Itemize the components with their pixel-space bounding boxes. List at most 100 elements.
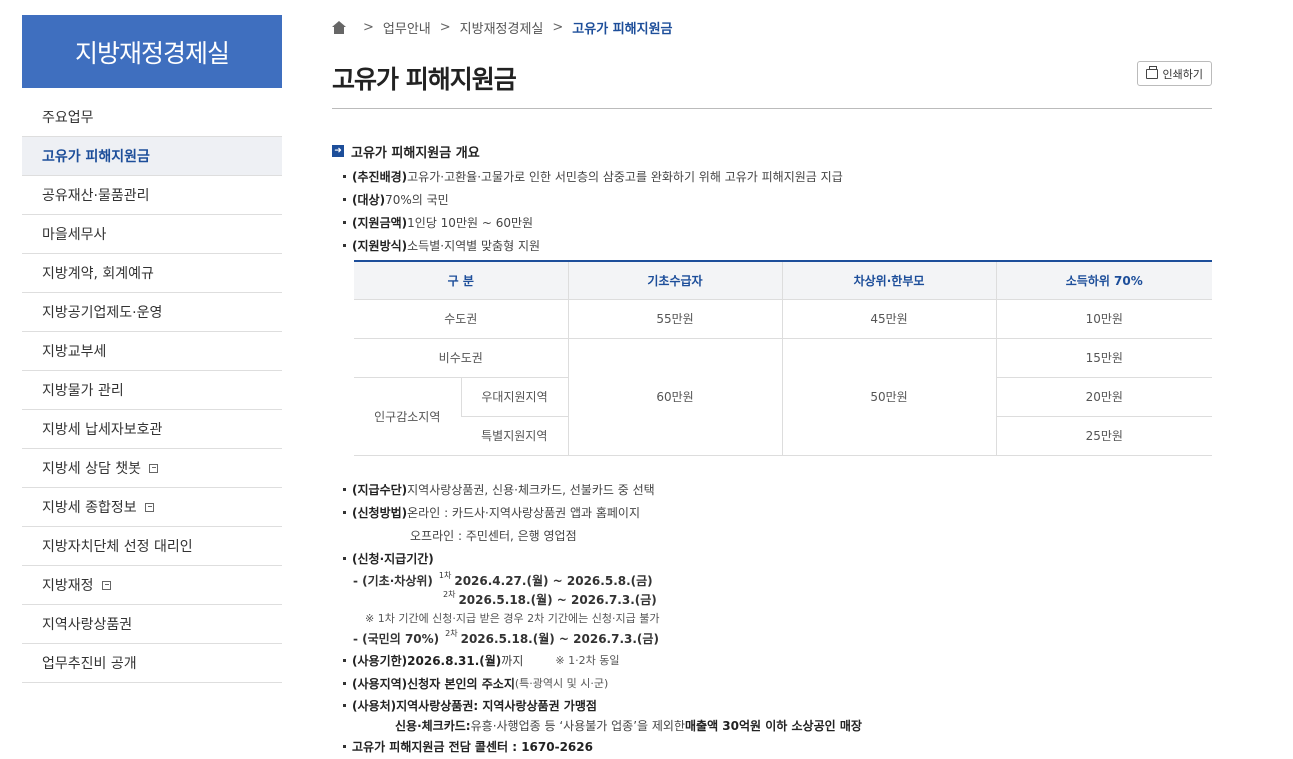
bullet-icon bbox=[343, 556, 346, 560]
list-item: (신청방법) 온라인 : 카드사·지역사랑상품권 앱과 홈페이지 bbox=[343, 501, 1212, 524]
list-item: (지원방식) 소득별·지역별 맞춤형 지원 bbox=[343, 234, 1212, 257]
sidebar-item-label: 지방계약, 회계예규 bbox=[42, 266, 154, 282]
item-label: (지원방식) bbox=[352, 239, 408, 253]
sidebar-item-label: 업무추진비 공개 bbox=[42, 656, 137, 672]
overview-list: (추진배경) 고유가·고환율·고물가로 인한 서민층의 삼중고를 완화하기 위해… bbox=[332, 165, 1212, 257]
table-cell: 수도권 bbox=[354, 299, 568, 339]
item-text: 지역사랑상품권, 신용·체크카드, 선불카드 중 선택 bbox=[407, 482, 655, 497]
breadcrumb: > 업무안내 > 지방재정경제실 > 고유가 피해지원금 bbox=[332, 15, 1212, 39]
list-item: (지원금액) 1인당 10만원 ~ 60만원 bbox=[343, 211, 1212, 234]
list-item: (지급수단) 지역사랑상품권, 신용·체크카드, 선불카드 중 선택 bbox=[343, 478, 1212, 501]
sidebar-item-local-finance[interactable]: 지방재정 bbox=[22, 566, 282, 605]
sidebar-item-tax-info[interactable]: 지방세 종합정보 bbox=[22, 488, 282, 527]
table-header: 구 분 bbox=[354, 261, 568, 300]
item-text: 매출액 30억원 이하 소상공인 매장 bbox=[685, 718, 862, 733]
table-header: 소득하위 70% bbox=[995, 261, 1212, 300]
item-label: (신청·지급기간) bbox=[352, 551, 434, 566]
table-cell: 50만원 bbox=[781, 338, 996, 456]
sidebar-item-local-gift-voucher[interactable]: 지역사랑상품권 bbox=[22, 605, 282, 644]
bullet-icon bbox=[343, 244, 346, 247]
breadcrumb-item-current: 고유가 피해지원금 bbox=[572, 21, 673, 37]
table-header: 차상위·한부모 bbox=[781, 261, 996, 300]
item-note: ※ 1·2차 동일 bbox=[555, 654, 620, 667]
sidebar-item-local-contracts[interactable]: 지방계약, 회계예규 bbox=[22, 254, 282, 293]
sidebar-title: 지방재정경제실 bbox=[22, 15, 282, 88]
sidebar-item-designated-agent[interactable]: 지방자치단체 선정 대리인 bbox=[22, 527, 282, 566]
home-icon[interactable] bbox=[332, 20, 346, 34]
sidebar-item-public-property[interactable]: 공유재산·물품관리 bbox=[22, 176, 282, 215]
round-marker: 2차 bbox=[445, 628, 458, 638]
item-text: 고유가·고환율·고물가로 인한 서민층의 삼중고를 완화하기 위해 고유가 피해… bbox=[407, 170, 843, 184]
period-item: - (기초·차상위) 1차 2026.4.27.(월) ~ 2026.5.8.(… bbox=[343, 570, 1212, 591]
item-text: 소득별·지역별 맞춤형 지원 bbox=[407, 239, 541, 253]
arrow-right-icon: ➜ bbox=[332, 145, 344, 157]
period-date: 2026.4.27.(월) ~ 2026.5.8.(금) bbox=[454, 573, 653, 588]
list-item: (사용기한) 2026.8.31.(월) 까지 ※ 1·2차 동일 bbox=[343, 649, 1212, 672]
printer-icon bbox=[1145, 65, 1158, 79]
item-label: (지원금액) bbox=[352, 216, 408, 230]
details-list: (지급수단) 지역사랑상품권, 신용·체크카드, 선불카드 중 선택 (신청방법… bbox=[332, 478, 1212, 758]
sidebar-item-local-grant-tax[interactable]: 지방교부세 bbox=[22, 332, 282, 371]
sidebar-item-local-prices[interactable]: 지방물가 관리 bbox=[22, 371, 282, 410]
sidebar-item-label: 지방자치단체 선정 대리인 bbox=[42, 539, 193, 555]
sidebar-item-label: 지방세 종합정보 bbox=[42, 500, 137, 516]
bullet-icon bbox=[343, 487, 346, 491]
sidebar-menu: 주요업무 고유가 피해지원금 공유재산·물품관리 마을세무사 지방계약, 회계예… bbox=[22, 98, 282, 683]
sidebar-item-tax-chatbot[interactable]: 지방세 상담 챗봇 bbox=[22, 449, 282, 488]
section-heading: ➜ 고유가 피해지원금 개요 bbox=[332, 142, 1212, 161]
table-cell: 20만원 bbox=[995, 377, 1212, 417]
table-cell: 비수도권 bbox=[354, 338, 568, 378]
bullet-icon bbox=[343, 681, 346, 685]
item-label: - (국민의 70%) bbox=[353, 631, 440, 646]
period-item: 2차 2026.5.18.(월) ~ 2026.7.3.(금) bbox=[343, 590, 1212, 609]
item-text: 신청자 본인의 주소지 bbox=[407, 676, 515, 691]
item-label: (사용지역) bbox=[352, 676, 408, 691]
print-button[interactable]: 인쇄하기 bbox=[1136, 61, 1212, 86]
title-row: 고유가 피해지원금 인쇄하기 bbox=[332, 48, 1212, 109]
item-label: 신용·체크카드: bbox=[395, 718, 471, 733]
breadcrumb-separator: > bbox=[363, 19, 374, 35]
sidebar-item-label: 지방물가 관리 bbox=[42, 383, 124, 399]
list-item: (추진배경) 고유가·고환율·고물가로 인한 서민층의 삼중고를 완화하기 위해… bbox=[343, 165, 1212, 188]
list-item: (대상) 70%의 국민 bbox=[343, 188, 1212, 211]
use-deadline: 2026.8.31.(월) bbox=[407, 653, 502, 668]
external-link-icon bbox=[144, 502, 154, 512]
table-cell: 특별지원지역 bbox=[461, 416, 568, 456]
sidebar-item-label: 지방교부세 bbox=[42, 344, 107, 360]
item-label: - (기초·차상위) bbox=[353, 573, 433, 588]
table-cell: 인구감소지역 bbox=[354, 377, 461, 456]
sidebar-item-label: 지방세 납세자보호관 bbox=[42, 422, 163, 438]
sidebar-item-expense-disclosure[interactable]: 업무추진비 공개 bbox=[22, 644, 282, 683]
sidebar-item-main-tasks[interactable]: 주요업무 bbox=[22, 98, 282, 137]
sidebar-item-oil-price-support[interactable]: 고유가 피해지원금 bbox=[22, 137, 282, 176]
breadcrumb-separator: > bbox=[439, 19, 451, 35]
sidebar-item-taxpayer-advocate[interactable]: 지방세 납세자보호관 bbox=[22, 410, 282, 449]
item-label: (추진배경) bbox=[352, 170, 408, 184]
print-button-label: 인쇄하기 bbox=[1162, 67, 1203, 81]
external-link-icon bbox=[149, 463, 159, 473]
section-title: 고유가 피해지원금 개요 bbox=[351, 145, 480, 161]
period-note: ※ 1차 기간에 신청·지급 받은 경우 2차 기간에는 신청·지급 불가 bbox=[365, 612, 660, 625]
item-text: 지역사랑상품권: 지역사랑상품권 가맹점 bbox=[396, 698, 597, 713]
bullet-icon bbox=[343, 658, 346, 662]
table-header-row: 구 분 기초수급자 차상위·한부모 소득하위 70% bbox=[354, 261, 1212, 300]
period-item: - (국민의 70%) 2차 2026.5.18.(월) ~ 2026.7.3.… bbox=[343, 628, 1212, 649]
sidebar-item-label: 지방공기업제도·운영 bbox=[42, 305, 163, 321]
sidebar-item-village-tax-accountant[interactable]: 마을세무사 bbox=[22, 215, 282, 254]
item-label: (사용처) bbox=[352, 698, 397, 713]
external-link-icon bbox=[101, 580, 111, 590]
list-item: (사용처) 지역사랑상품권: 지역사랑상품권 가맹점 bbox=[343, 695, 1212, 716]
page-title: 고유가 피해지원금 bbox=[332, 65, 517, 94]
table-cell: 우대지원지역 bbox=[460, 377, 568, 417]
call-center: 고유가 피해지원금 전담 콜센터 : 1670-2626 bbox=[352, 739, 593, 754]
sidebar-item-local-public-enterprise[interactable]: 지방공기업제도·운영 bbox=[22, 293, 282, 332]
breadcrumb-item-business[interactable]: 업무안내 bbox=[383, 18, 431, 37]
item-label: (지급수단) bbox=[352, 482, 408, 497]
bullet-icon bbox=[343, 198, 346, 201]
sidebar-item-label: 공유재산·물품관리 bbox=[42, 188, 150, 204]
bullet-icon bbox=[343, 221, 346, 224]
breadcrumb-item-office[interactable]: 지방재정경제실 bbox=[460, 18, 544, 37]
item-label: (사용기한) bbox=[352, 653, 408, 668]
item-text: 유흥·사행업종 등 ‘사용불가 업종’을 제외한 bbox=[470, 718, 685, 733]
item-text: 1인당 10만원 ~ 60만원 bbox=[407, 216, 534, 230]
